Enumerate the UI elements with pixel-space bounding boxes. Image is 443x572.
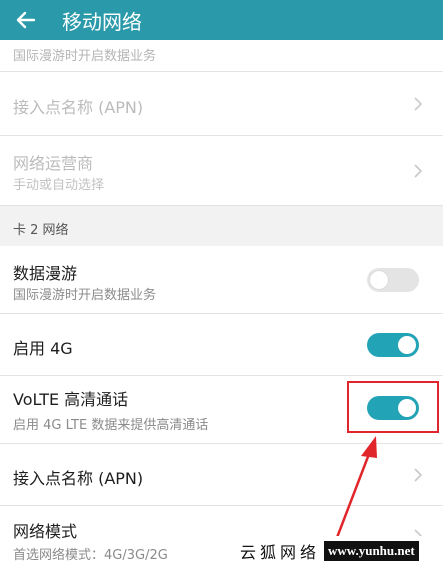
watermark-url-text: www.yunhu.net xyxy=(324,541,419,561)
annotation-arrow-icon xyxy=(331,436,377,549)
watermark: 云狐网络 www.yunhu.net xyxy=(234,536,443,566)
watermark-brand-text: 云狐网络 xyxy=(240,543,321,562)
